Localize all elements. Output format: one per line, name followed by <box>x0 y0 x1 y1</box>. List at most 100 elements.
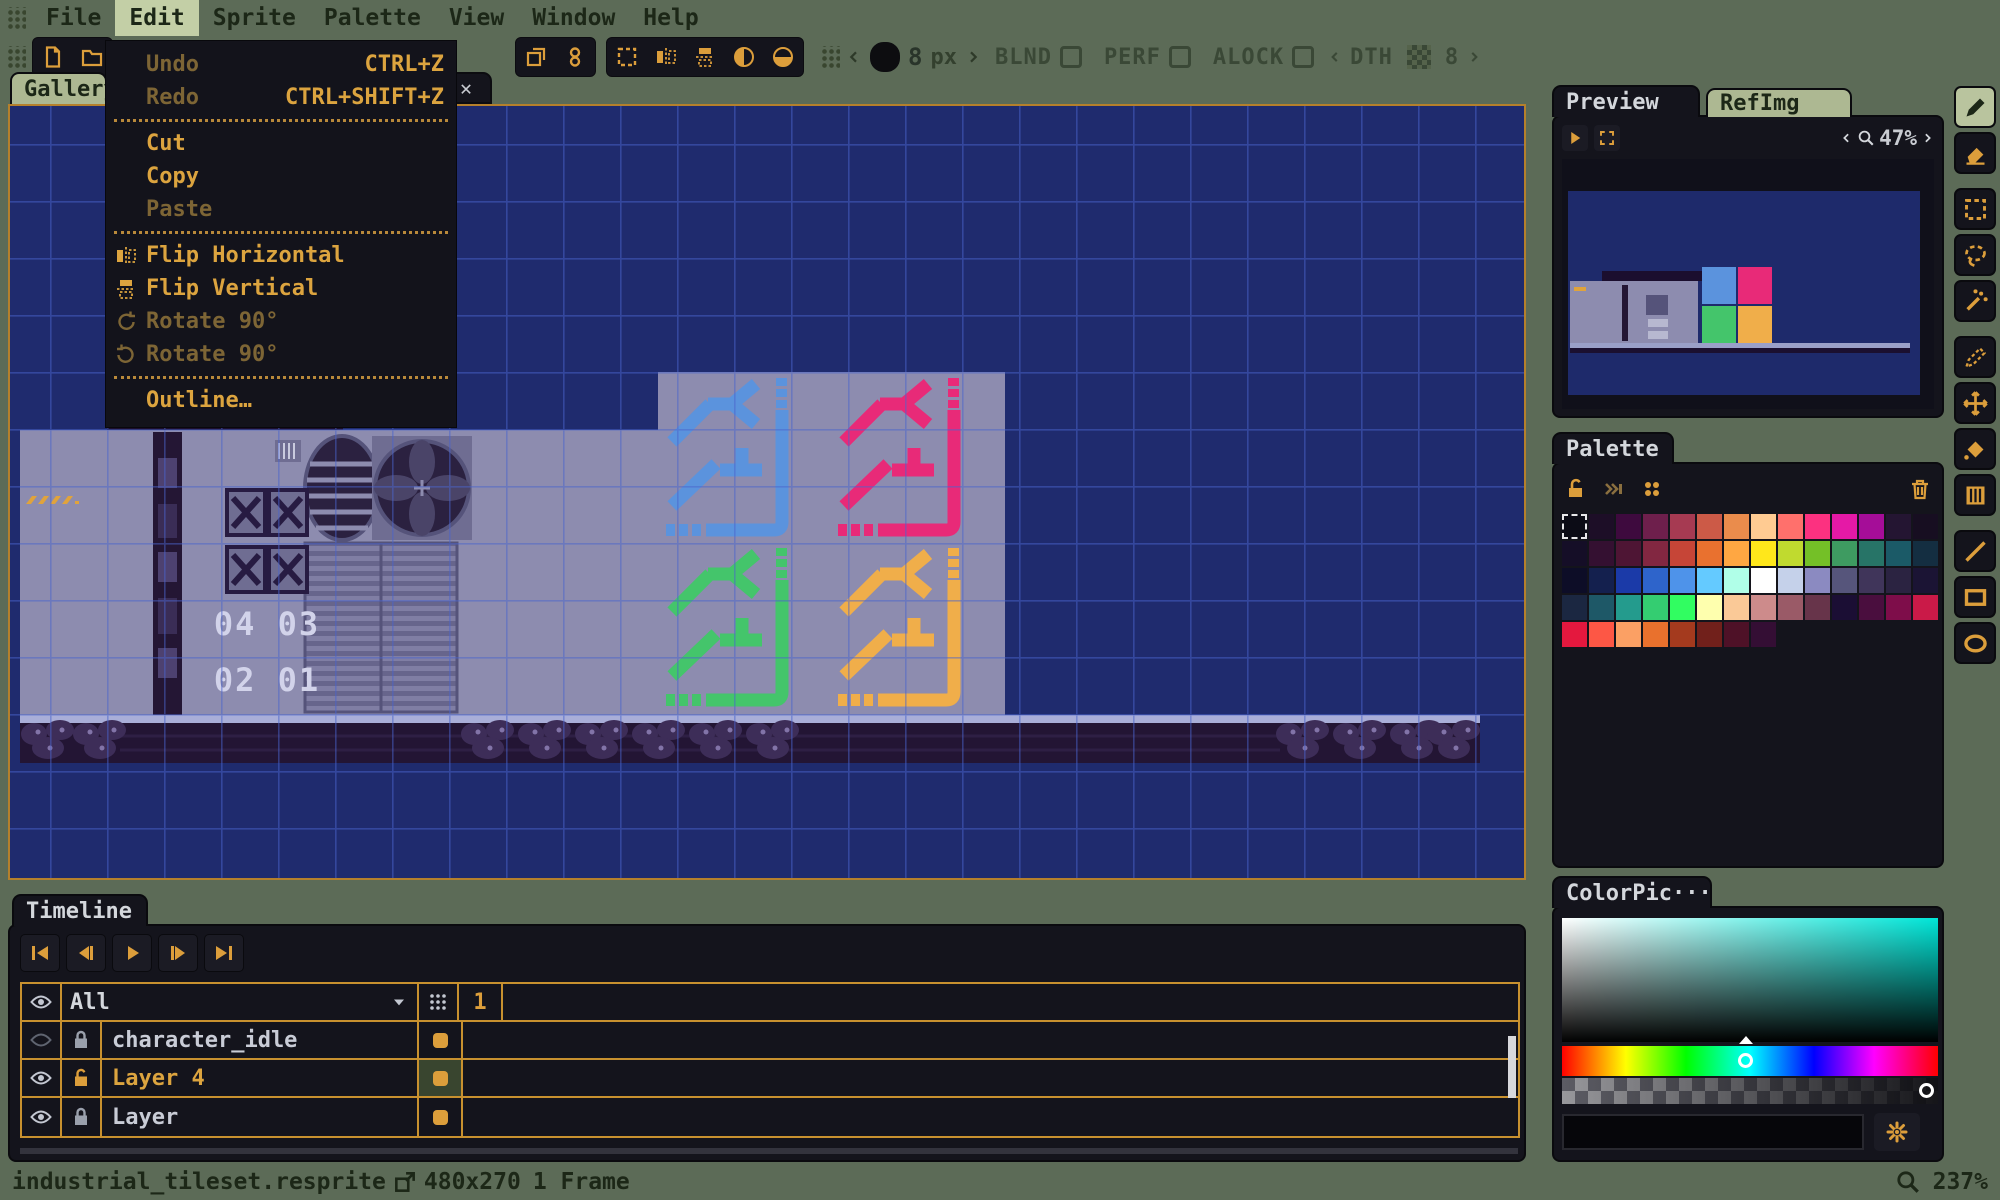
layer-frames-track[interactable] <box>463 1060 1518 1096</box>
flip-horizontal-button[interactable] <box>648 40 684 74</box>
blnd-checkbox[interactable] <box>1060 46 1082 68</box>
palette-swatch[interactable] <box>1913 514 1938 539</box>
brush-size-increase-icon[interactable] <box>965 49 981 65</box>
menu-item-copy[interactable]: Copy <box>106 160 456 193</box>
palette-delete-button[interactable] <box>1906 475 1934 503</box>
palette-swatch[interactable] <box>1724 514 1749 539</box>
layer-name[interactable]: Layer 4 <box>102 1060 419 1096</box>
layer-row-layer-4[interactable]: Layer 4 <box>22 1060 1518 1098</box>
timeline-hscrollbar[interactable] <box>20 1148 1518 1154</box>
select-button[interactable] <box>609 40 645 74</box>
menu-edit[interactable]: Edit <box>115 0 198 36</box>
tool-pen[interactable] <box>1954 336 1996 378</box>
zoom-decrease-icon[interactable] <box>1840 129 1853 147</box>
preview-play-button[interactable] <box>1562 125 1588 151</box>
step-forward-button[interactable] <box>158 934 198 972</box>
menu-item-cut[interactable]: Cut <box>106 127 456 160</box>
flip-vertical-button[interactable] <box>687 40 723 74</box>
palette-swatch[interactable] <box>1886 541 1911 566</box>
palette-swatch[interactable] <box>1751 541 1776 566</box>
mirror-horizontal-button[interactable] <box>726 40 762 74</box>
palette-swatch[interactable] <box>1805 541 1830 566</box>
palette-swatch[interactable] <box>1805 514 1830 539</box>
dither-pattern-swatch[interactable] <box>1407 45 1431 69</box>
palette-swatch[interactable] <box>1886 568 1911 593</box>
tile-button[interactable] <box>518 40 554 74</box>
tool-rectangle[interactable] <box>1954 576 1996 618</box>
menu-sprite[interactable]: Sprite <box>199 0 310 36</box>
palette-swatch[interactable] <box>1616 595 1641 620</box>
new-file-button[interactable] <box>35 40 71 74</box>
preview-viewport[interactable] <box>1562 159 1934 409</box>
menu-view[interactable]: View <box>435 0 518 36</box>
skip-last-button[interactable] <box>204 934 244 972</box>
palette-swatch[interactable] <box>1562 568 1587 593</box>
palette-swatch[interactable] <box>1778 568 1803 593</box>
layer-visibility-toggle[interactable] <box>22 1060 62 1096</box>
tool-move[interactable] <box>1954 382 1996 424</box>
layer-keyframe-cell[interactable] <box>419 1098 463 1136</box>
palette-swatch[interactable] <box>1832 514 1857 539</box>
menu-file[interactable]: File <box>32 0 115 36</box>
alpha-slider[interactable] <box>1562 1078 1938 1104</box>
palette-swatch[interactable] <box>1589 568 1614 593</box>
tool-bucket[interactable] <box>1954 428 1996 470</box>
palette-swatch[interactable] <box>1724 541 1749 566</box>
play-button[interactable] <box>112 934 152 972</box>
tool-pattern[interactable] <box>1954 474 1996 516</box>
frames-track[interactable] <box>503 984 1518 1020</box>
layer-visibility-toggle[interactable] <box>22 1022 62 1058</box>
palette-swatch[interactable] <box>1697 595 1722 620</box>
menu-item-outline[interactable]: Outline… <box>106 384 456 417</box>
palette-swatch[interactable] <box>1589 622 1614 647</box>
brush-drag-handle-icon[interactable] <box>820 46 840 68</box>
menu-item-rotate-90[interactable]: Rotate 90° <box>106 338 456 371</box>
palette-swatch[interactable] <box>1913 568 1938 593</box>
tool-pencil[interactable] <box>1954 86 1996 128</box>
palette-swatch[interactable] <box>1778 514 1803 539</box>
palette-swatch[interactable] <box>1751 568 1776 593</box>
layer-lock-toggle[interactable] <box>62 1098 102 1136</box>
palette-swatch[interactable] <box>1805 568 1830 593</box>
palette-swatch[interactable] <box>1616 622 1641 647</box>
timeline-scrollbar[interactable] <box>1508 1036 1516 1098</box>
frame-number[interactable]: 1 <box>459 984 503 1020</box>
palette-swatch[interactable] <box>1751 595 1776 620</box>
palette-swatch[interactable] <box>1643 514 1668 539</box>
palette-swatch[interactable] <box>1859 595 1884 620</box>
menu-item-rotate-90[interactable]: Rotate 90° <box>106 305 456 338</box>
layer-keyframe-cell[interactable] <box>419 1022 463 1058</box>
tool-eraser[interactable] <box>1954 132 1996 174</box>
palette-swatch[interactable] <box>1751 622 1776 647</box>
toolbar-drag-handle-icon[interactable] <box>6 46 26 68</box>
alock-checkbox[interactable] <box>1292 46 1314 68</box>
all-visibility-toggle[interactable] <box>22 984 62 1020</box>
layer-frames-track[interactable] <box>463 1022 1518 1058</box>
palette-swatch[interactable] <box>1724 595 1749 620</box>
layer-name[interactable]: character_idle <box>102 1022 419 1058</box>
palette-lock-button[interactable] <box>1562 475 1590 503</box>
palette-swatch[interactable] <box>1859 514 1884 539</box>
palette-swatch[interactable] <box>1670 622 1695 647</box>
palette-swatch[interactable] <box>1670 568 1695 593</box>
brush-size-decrease-icon[interactable] <box>846 49 862 65</box>
tool-line[interactable] <box>1954 530 1996 572</box>
loop-button[interactable] <box>557 40 593 74</box>
tab-refimg[interactable]: RefImg <box>1706 88 1852 117</box>
skip-first-button[interactable] <box>20 934 60 972</box>
palette-swatch[interactable] <box>1643 622 1668 647</box>
palette-swatch[interactable] <box>1670 541 1695 566</box>
palette-swatch[interactable] <box>1562 541 1587 566</box>
palette-swatch[interactable] <box>1805 595 1830 620</box>
palette-swatch[interactable] <box>1589 595 1614 620</box>
menu-item-flip-horizontal[interactable]: Flip Horizontal <box>106 239 456 272</box>
layer-visibility-toggle[interactable] <box>22 1098 62 1136</box>
palette-swatch[interactable] <box>1616 541 1641 566</box>
layer-lock-toggle[interactable] <box>62 1022 102 1058</box>
palette-swatch[interactable] <box>1697 568 1722 593</box>
menu-palette[interactable]: Palette <box>310 0 435 36</box>
colorpicker-settings-button[interactable] <box>1874 1113 1920 1151</box>
layer-lock-toggle[interactable] <box>62 1060 102 1096</box>
palette-swatch[interactable] <box>1751 514 1776 539</box>
layer-row-character-idle[interactable]: character_idle <box>22 1022 1518 1060</box>
